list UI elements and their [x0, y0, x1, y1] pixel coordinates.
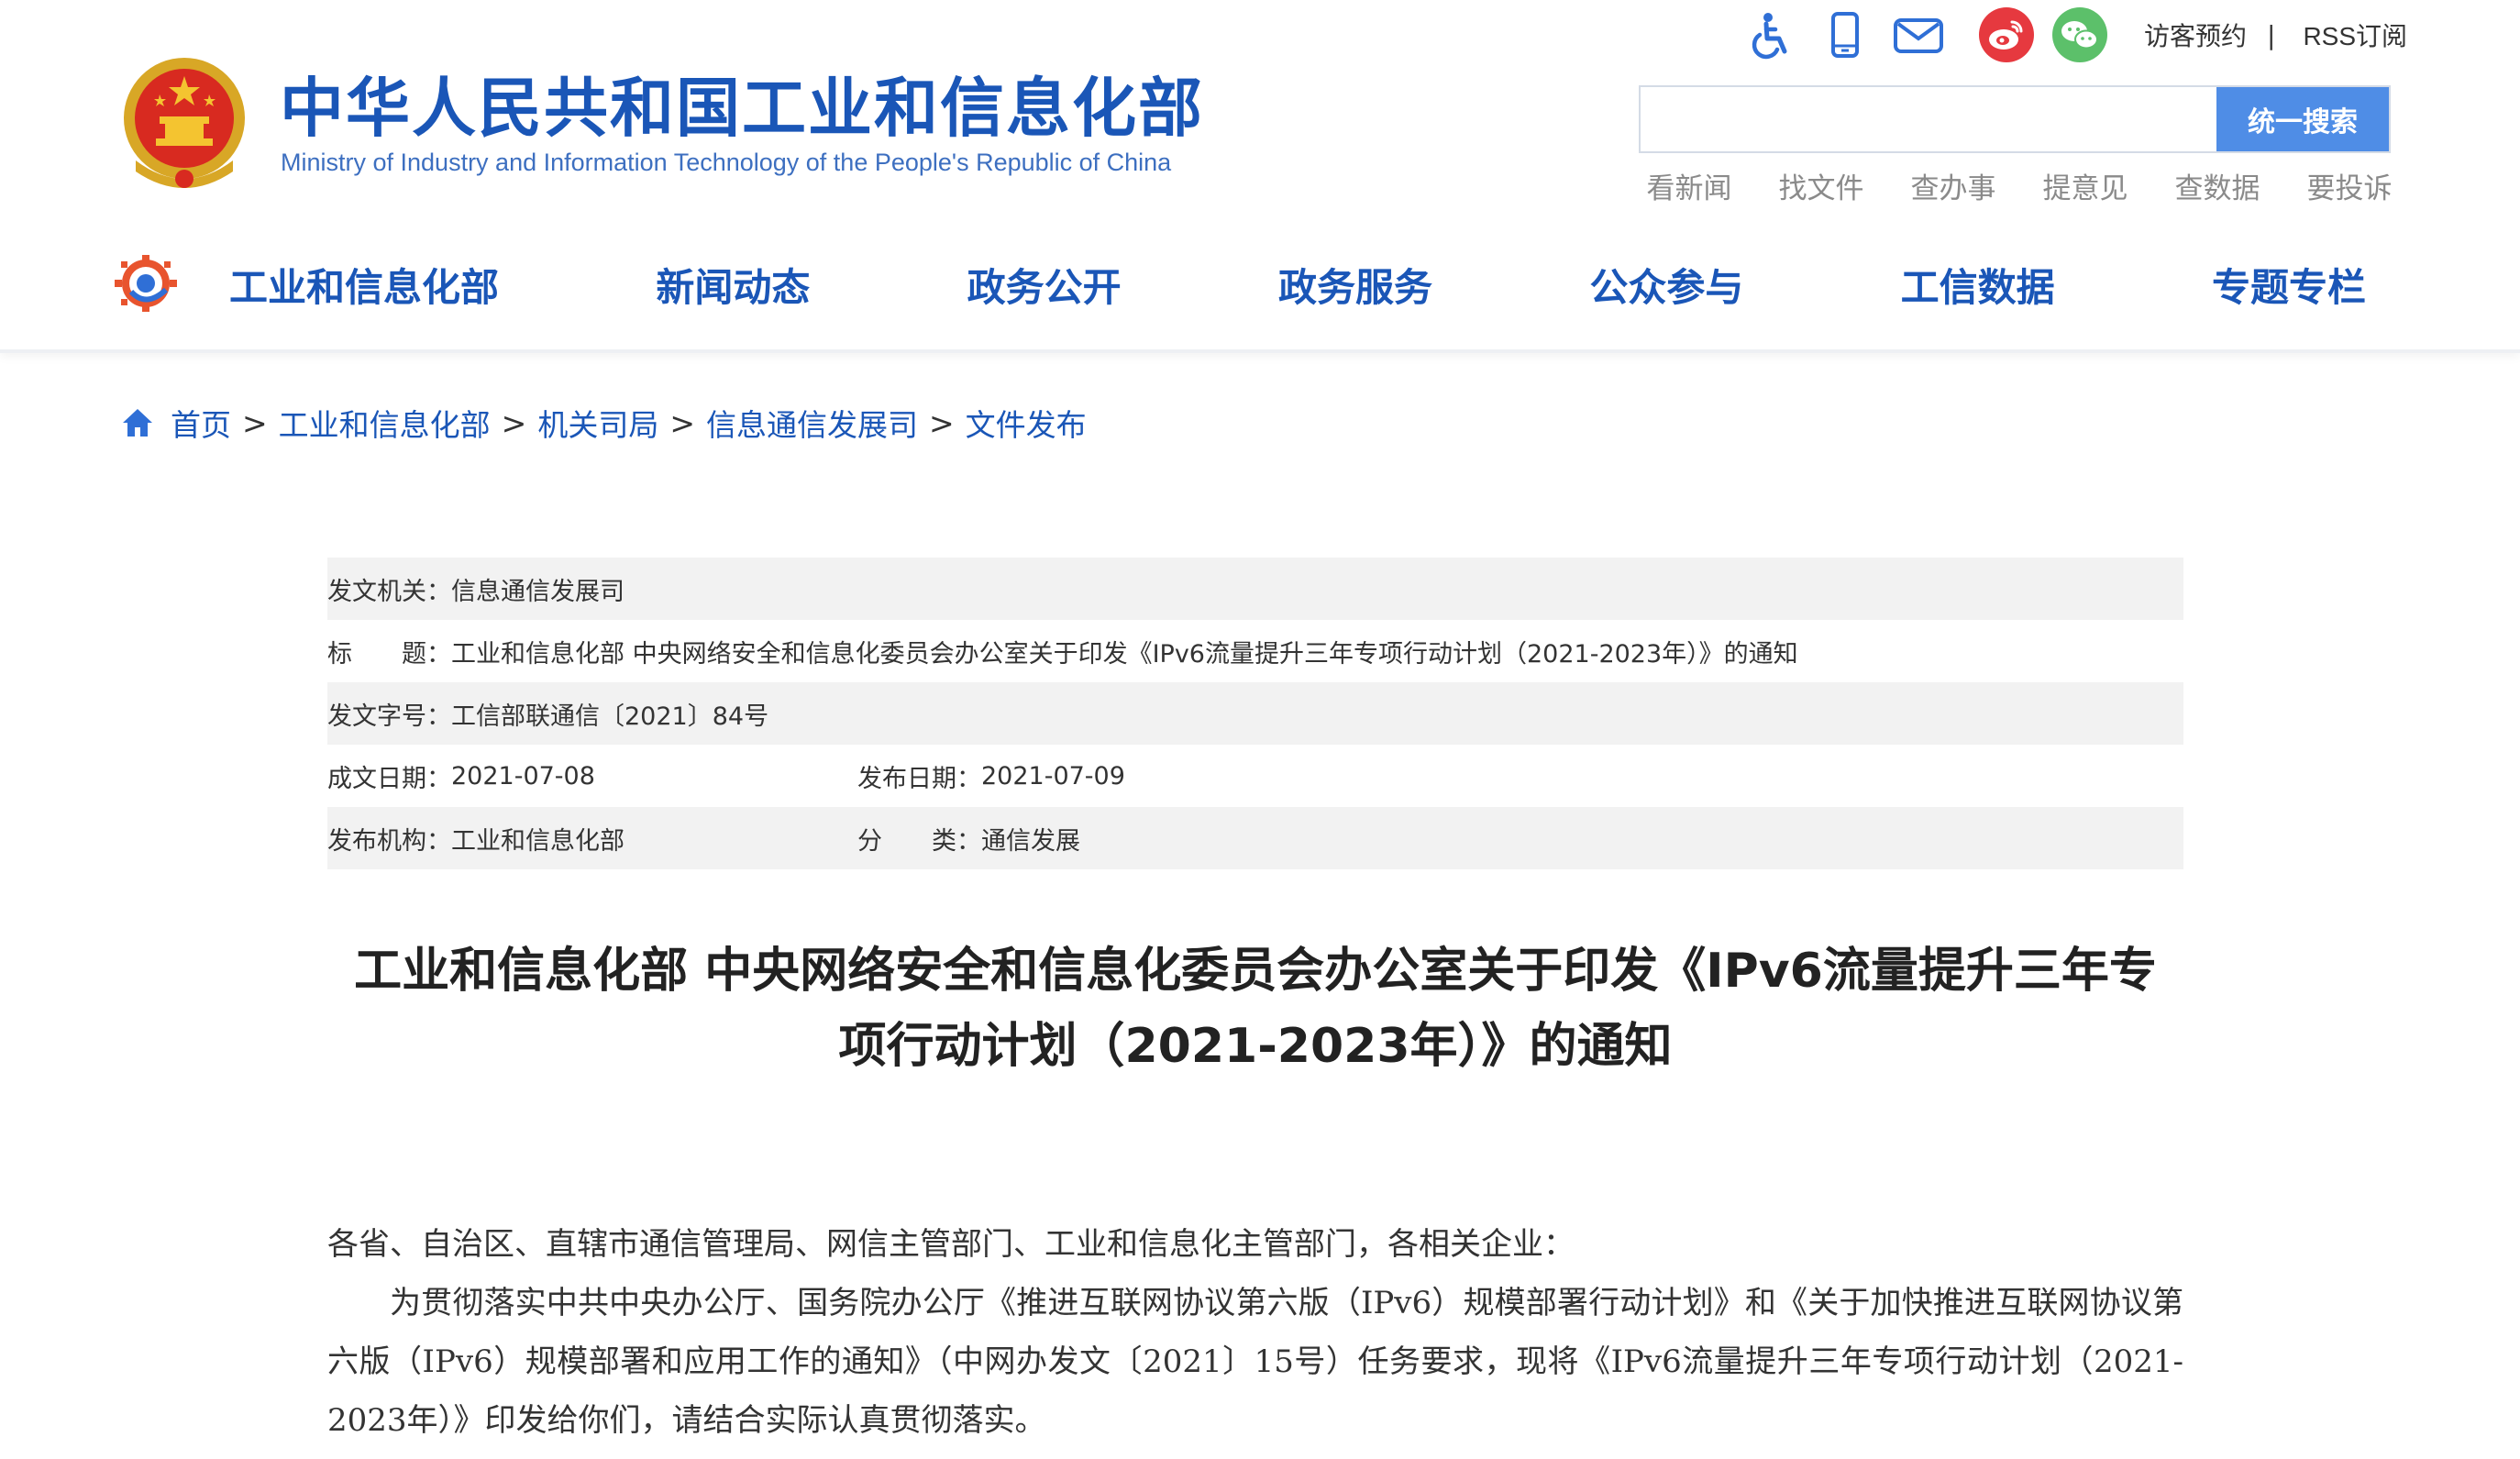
quick-link-news[interactable]: 看新闻	[1623, 165, 1755, 206]
home-icon[interactable]	[119, 404, 156, 441]
breadcrumb-ministry[interactable]: 工业和信息化部	[279, 401, 491, 445]
rss-subscribe-link[interactable]: RSS订阅	[2303, 17, 2407, 53]
breadcrumb-departments[interactable]: 机关司局	[537, 401, 658, 445]
main-nav: 工业和信息化部 新闻动态 政务公开 政务服务 公众参与 工信数据 专题专栏	[211, 249, 2384, 319]
quick-link-services[interactable]: 查办事	[1887, 165, 2019, 206]
doc-number-label: 发文字号：	[327, 702, 451, 731]
breadcrumb-separator: >	[242, 404, 268, 441]
category-value: 通信发展	[981, 826, 1080, 856]
nav-item-public-participation[interactable]: 公众参与	[1571, 257, 1762, 313]
national-emblem-logo[interactable]	[119, 50, 249, 197]
nav-item-ministry[interactable]: 工业和信息化部	[211, 257, 517, 313]
breadcrumb-separator: >	[669, 404, 695, 441]
document-title-line-2: 项行动计划（2021-2023年）》的通知	[838, 1019, 1673, 1074]
document-body: 各省、自治区、直辖市通信管理局、网信主管部门、工业和信息化主管部门，各相关企业：…	[327, 1215, 2183, 1450]
quick-link-complaints[interactable]: 要投诉	[2283, 165, 2415, 206]
nav-item-miit-data[interactable]: 工信数据	[1883, 257, 2073, 313]
info-row-doc-number: 发文字号： 工信部联通信〔2021〕84号	[327, 682, 2183, 745]
document-salutation: 各省、自治区、直辖市通信管理局、网信主管部门、工业和信息化主管部门，各相关企业：	[327, 1226, 1575, 1263]
site-header: 中华人民共和国工业和信息化部 Ministry of Industry and …	[0, 0, 2520, 353]
site-title[interactable]: 中华人民共和国工业和信息化部	[280, 57, 1204, 149]
document-title-line-1: 工业和信息化部 中央网络安全和信息化委员会办公室关于印发《IPv6流量提升三年专	[354, 944, 2157, 999]
nav-item-government-affairs[interactable]: 政务公开	[949, 257, 1140, 313]
breadcrumb-ict-department[interactable]: 信息通信发展司	[706, 401, 918, 445]
info-row-title: 标 题： 工业和信息化部 中央网络安全和信息化委员会办公室关于印发《IPv6流量…	[327, 620, 2183, 682]
mail-icon[interactable]	[1889, 6, 1948, 64]
visitor-appointment-link[interactable]: 访客预约	[2144, 17, 2247, 53]
written-date-value: 2021-07-08	[451, 761, 595, 790]
publish-date-value: 2021-07-09	[981, 761, 1125, 790]
site-subtitle: Ministry of Industry and Information Tec…	[281, 149, 1172, 176]
wechat-icon[interactable]	[2052, 7, 2107, 62]
quick-link-documents[interactable]: 找文件	[1755, 165, 1887, 206]
issuer-label: 发文机关：	[327, 577, 451, 606]
document-title: 工业和信息化部 中央网络安全和信息化委员会办公室关于印发《IPv6流量提升三年专…	[327, 934, 2183, 1084]
breadcrumb-separator: >	[501, 404, 527, 441]
publish-date-label: 发布日期：	[857, 764, 981, 793]
mobile-icon[interactable]	[1816, 6, 1874, 64]
quick-links: 看新闻 找文件 查办事 提意见 查数据 要投诉	[1623, 165, 2415, 206]
top-link-separator: |	[2267, 19, 2276, 50]
nav-item-government-services[interactable]: 政务服务	[1260, 257, 1451, 313]
search-input[interactable]	[1641, 87, 2216, 151]
title-label: 标 题：	[327, 639, 451, 669]
breadcrumb-file-release[interactable]: 文件发布	[966, 401, 1087, 445]
unified-search-button[interactable]: 统一搜索	[2216, 87, 2389, 151]
quick-link-suggestions[interactable]: 提意见	[2019, 165, 2151, 206]
org-label: 发布机构：	[327, 826, 451, 856]
weibo-icon[interactable]	[1979, 7, 2034, 62]
nav-item-news[interactable]: 新闻动态	[637, 257, 828, 313]
document-info-table: 发文机关： 信息通信发展司 标 题： 工业和信息化部 中央网络安全和信息化委员会…	[327, 558, 2183, 869]
miit-logo-icon[interactable]	[115, 255, 177, 312]
written-date-label: 成文日期：	[327, 764, 451, 793]
accessibility-icon[interactable]	[1742, 6, 1801, 64]
issuer-value: 信息通信发展司	[451, 577, 624, 606]
breadcrumb-home[interactable]: 首页	[171, 401, 231, 445]
title-value: 工业和信息化部 中央网络安全和信息化委员会办公室关于印发《IPv6流量提升三年专…	[451, 639, 1798, 669]
info-row-issuer: 发文机关： 信息通信发展司	[327, 558, 2183, 620]
search-box: 统一搜索	[1639, 85, 2391, 153]
doc-number-value: 工信部联通信〔2021〕84号	[451, 702, 769, 731]
breadcrumb: 首页 > 工业和信息化部 > 机关司局 > 信息通信发展司 > 文件发布	[119, 402, 1087, 444]
quick-link-data[interactable]: 查数据	[2151, 165, 2283, 206]
category-label: 分 类：	[857, 826, 981, 856]
top-utility-bar: 访客预约 | RSS订阅	[1742, 6, 2407, 64]
nav-item-special-topics[interactable]: 专题专栏	[2194, 257, 2384, 313]
info-row-org-category: 发布机构： 工业和信息化部 分 类： 通信发展	[327, 807, 2183, 869]
breadcrumb-separator: >	[928, 404, 955, 441]
document-paragraph: 为贯彻落实中共中央办公厅、国务院办公厅《推进互联网协议第六版（IPv6）规模部署…	[327, 1285, 2183, 1439]
org-value: 工业和信息化部	[451, 826, 624, 856]
info-row-dates: 成文日期： 2021-07-08 发布日期： 2021-07-09	[327, 745, 2183, 807]
